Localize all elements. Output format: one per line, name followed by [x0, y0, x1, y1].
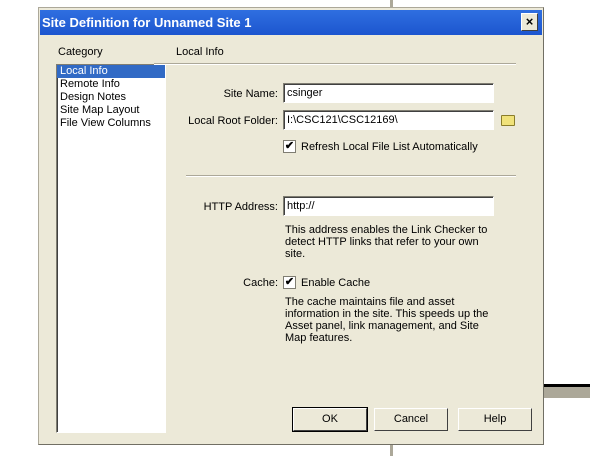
- ok-button[interactable]: OK: [292, 407, 368, 432]
- divider: [186, 175, 516, 177]
- http-address-label: HTTP Address:: [203, 201, 278, 213]
- category-item-local-info[interactable]: Local Info: [57, 65, 165, 78]
- site-name-label: Site Name:: [223, 88, 278, 100]
- close-button[interactable]: ×: [521, 13, 538, 31]
- refresh-label: Refresh Local File List Automatically: [301, 141, 478, 153]
- local-root-folder-input[interactable]: I:\CSC121\CSC12169\: [283, 110, 494, 130]
- refresh-checkbox[interactable]: ✔: [283, 140, 296, 153]
- http-address-input[interactable]: http://: [283, 196, 494, 216]
- site-name-input[interactable]: csinger: [283, 83, 494, 103]
- category-list[interactable]: Local Info Remote Info Design Notes Site…: [56, 64, 166, 433]
- background-window-edge: [390, 445, 393, 456]
- enable-cache-label: Enable Cache: [301, 277, 371, 289]
- panel-title: Local Info: [176, 46, 224, 58]
- cache-help-text: The cache maintains file and asset infor…: [285, 296, 489, 344]
- cache-label: Cache:: [243, 277, 278, 289]
- category-item-file-view-columns[interactable]: File View Columns: [57, 117, 165, 130]
- title-bar[interactable]: Site Definition for Unnamed Site 1 ×: [40, 10, 542, 35]
- background-window-edge: [390, 0, 393, 7]
- enable-cache-checkbox[interactable]: ✔: [283, 276, 296, 289]
- dialog-title: Site Definition for Unnamed Site 1: [42, 15, 252, 30]
- folder-browse-icon[interactable]: [501, 115, 515, 126]
- divider: [154, 63, 516, 65]
- local-root-folder-label: Local Root Folder:: [188, 115, 278, 127]
- background-bar: [544, 384, 590, 398]
- site-definition-dialog: Site Definition for Unnamed Site 1 × Cat…: [38, 7, 544, 445]
- category-item-site-map-layout[interactable]: Site Map Layout: [57, 104, 165, 117]
- help-button[interactable]: Help: [458, 408, 532, 431]
- category-label: Category: [58, 46, 103, 58]
- category-item-remote-info[interactable]: Remote Info: [57, 78, 165, 91]
- http-help-text: This address enables the Link Checker to…: [285, 224, 488, 260]
- category-item-design-notes[interactable]: Design Notes: [57, 91, 165, 104]
- cancel-button[interactable]: Cancel: [374, 408, 448, 431]
